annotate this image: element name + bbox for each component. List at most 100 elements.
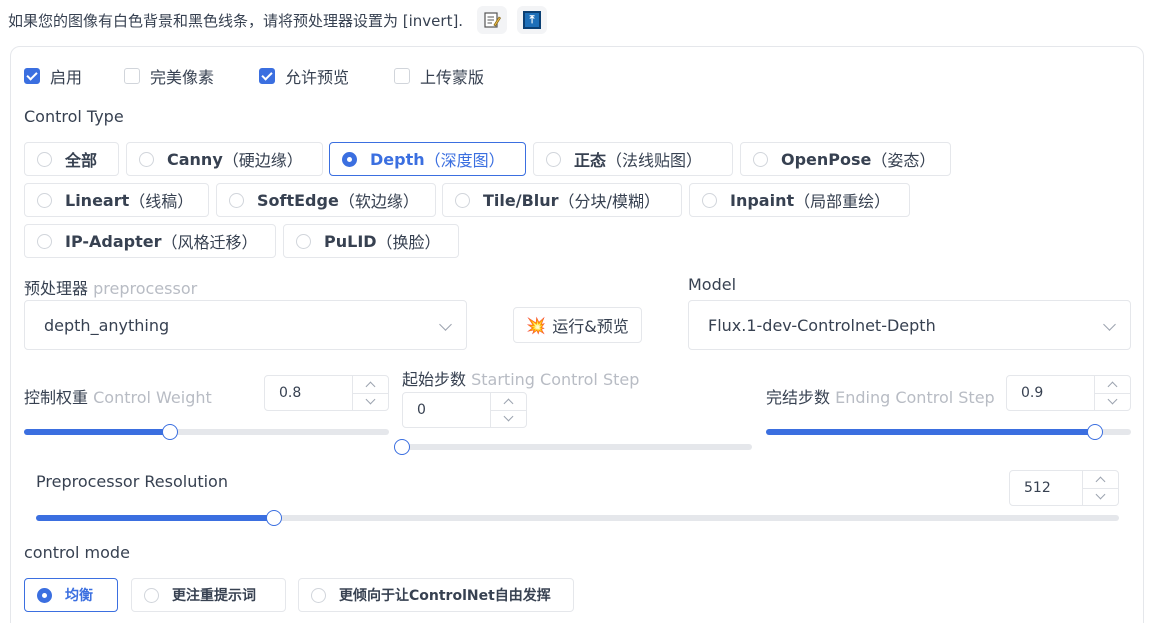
notes-button[interactable] <box>477 6 508 34</box>
swap-dimensions-button[interactable]: ⤒ <box>517 6 548 34</box>
option-sub: （风格迁移） <box>161 233 258 252</box>
starting-step-slider[interactable] <box>394 439 752 455</box>
option-label: Lineart <box>65 190 130 210</box>
radio-circle <box>37 587 52 603</box>
ending-step-slider-thumb[interactable] <box>1086 424 1103 440</box>
option-sub: （法线贴图） <box>606 151 703 170</box>
decrement-button[interactable] <box>353 392 388 411</box>
control-type-ip-adapter[interactable]: IP-Adapter （风格迁移） <box>24 224 276 258</box>
enable-checkbox[interactable]: 启用 <box>24 64 82 88</box>
chevron-up-icon <box>503 398 514 409</box>
model-label: Model <box>688 275 737 294</box>
increment-button[interactable] <box>353 376 388 393</box>
swap-arrows-icon: ⤒ <box>523 11 542 29</box>
radio-circle <box>37 233 52 249</box>
starting-step-label-main: 起始步数 <box>402 370 467 389</box>
resolution-value: 512 <box>1024 480 1051 496</box>
control-type-pulid[interactable]: PuLID （换脸） <box>283 224 459 258</box>
chevron-down-icon <box>1107 394 1118 405</box>
control-type-title: Control Type <box>24 107 124 126</box>
control-type-inpaint[interactable]: Inpaint （局部重绘） <box>689 183 910 217</box>
control-type-normal[interactable]: 正态 （法线贴图） <box>533 142 733 176</box>
allow-preview-checkbox[interactable]: 允许预览 <box>259 64 349 88</box>
run-preview-button[interactable]: 💥 运行&预览 <box>513 307 642 343</box>
control-weight-input[interactable]: 0.8 <box>264 375 389 411</box>
control-mode-prompt[interactable]: 更注重提示词 <box>131 578 286 612</box>
decrement-button[interactable] <box>1095 392 1130 411</box>
starting-step-spinner[interactable] <box>490 393 526 427</box>
control-type-openpose[interactable]: OpenPose （姿态） <box>740 142 951 176</box>
option-label: 正态 <box>574 151 607 170</box>
decrement-button[interactable] <box>1083 487 1118 506</box>
ending-step-value: 0.9 <box>1021 385 1044 401</box>
increment-button[interactable] <box>1095 376 1130 393</box>
starting-step-input[interactable]: 0 <box>402 392 527 428</box>
control-mode-balanced[interactable]: 均衡 <box>24 578 118 612</box>
collision-icon: 💥 <box>526 315 547 335</box>
model-select[interactable]: Flux.1-dev-Controlnet-Depth <box>688 300 1131 350</box>
ending-step-label: 完结步数 Ending Control Step <box>766 384 995 408</box>
control-weight-spinner[interactable] <box>352 376 388 410</box>
increment-button[interactable] <box>491 393 526 410</box>
ending-step-label-sub: Ending Control Step <box>835 388 995 407</box>
chevron-down-icon <box>1095 489 1106 500</box>
starting-step-slider-thumb[interactable] <box>394 439 410 455</box>
allow-preview-checkbox-box[interactable] <box>259 68 275 84</box>
invert-notice: 如果您的图像有白色背景和黑色线条，请将预处理器设置为 [invert]. ⤒ <box>8 6 548 34</box>
ending-step-slider[interactable] <box>766 424 1131 440</box>
option-sub: （局部重绘） <box>794 192 891 211</box>
decrement-button[interactable] <box>491 409 526 428</box>
starting-step-value: 0 <box>417 402 426 418</box>
control-type-depth[interactable]: Depth （深度图） <box>329 142 526 176</box>
control-weight-slider-thumb[interactable] <box>162 424 178 440</box>
ending-step-input[interactable]: 0.9 <box>1006 375 1131 411</box>
control-type-lineart[interactable]: Lineart （线稿） <box>24 183 209 217</box>
control-type-all[interactable]: 全部 <box>24 142 119 176</box>
run-preview-label: 运行&预览 <box>552 317 629 336</box>
radio-circle <box>455 192 470 208</box>
option-sub: （硬边缘） <box>222 151 303 170</box>
radio-circle <box>311 587 326 603</box>
ending-step-slider-fill <box>766 429 1095 435</box>
chevron-up-icon <box>1107 381 1118 392</box>
control-type-canny[interactable]: Canny （硬边缘） <box>126 142 323 176</box>
ending-step-spinner[interactable] <box>1094 376 1130 410</box>
control-mode-controlnet[interactable]: 更倾向于让ControlNet自由发挥 <box>298 578 574 612</box>
control-mode-title: control mode <box>24 543 130 562</box>
allow-preview-label: 允许预览 <box>285 68 350 87</box>
swap-glyph: ⤒ <box>529 13 535 26</box>
pixel-perfect-checkbox[interactable]: 完美像素 <box>124 64 214 88</box>
option-sub: （线稿） <box>129 192 194 211</box>
preprocessor-value: depth_anything <box>44 315 170 335</box>
preprocessor-label-main: 预处理器 <box>24 279 89 298</box>
upload-mask-checkbox-box[interactable] <box>394 68 410 84</box>
option-sub: （软边缘） <box>338 192 419 211</box>
radio-circle <box>296 233 311 249</box>
radio-circle <box>546 151 561 167</box>
upload-mask-checkbox[interactable]: 上传蒙版 <box>394 64 484 88</box>
resolution-slider[interactable] <box>36 510 1119 526</box>
preprocessor-label: 预处理器 preprocessor <box>24 275 197 299</box>
increment-button[interactable] <box>1083 471 1118 488</box>
resolution-spinner[interactable] <box>1082 471 1118 505</box>
control-type-tile-blur[interactable]: Tile/Blur （分块/模糊） <box>442 183 682 217</box>
control-type-softedge[interactable]: SoftEdge （软边缘） <box>216 183 436 217</box>
control-weight-slider[interactable] <box>24 424 389 440</box>
option-label: 更注重提示词 <box>172 588 256 604</box>
enable-checkbox-box[interactable] <box>24 68 40 84</box>
option-label: SoftEdge <box>257 190 339 210</box>
resolution-input[interactable]: 512 <box>1009 470 1119 506</box>
preprocessor-select[interactable]: depth_anything <box>24 300 467 350</box>
control-weight-label: 控制权重 Control Weight <box>24 384 212 408</box>
pixel-perfect-checkbox-box[interactable] <box>124 68 140 84</box>
chevron-up-icon <box>365 381 376 392</box>
preprocessor-label-sub: preprocessor <box>93 279 198 298</box>
control-weight-label-main: 控制权重 <box>24 388 89 407</box>
upload-mask-label: 上传蒙版 <box>420 68 485 87</box>
option-label: PuLID <box>324 231 377 251</box>
chevron-down-icon <box>503 411 514 422</box>
invert-notice-text: 如果您的图像有白色背景和黑色线条，请将预处理器设置为 [invert]. <box>8 11 464 30</box>
enable-label: 启用 <box>50 68 83 87</box>
option-sub: （换脸） <box>376 233 441 252</box>
model-value: Flux.1-dev-Controlnet-Depth <box>708 315 936 335</box>
